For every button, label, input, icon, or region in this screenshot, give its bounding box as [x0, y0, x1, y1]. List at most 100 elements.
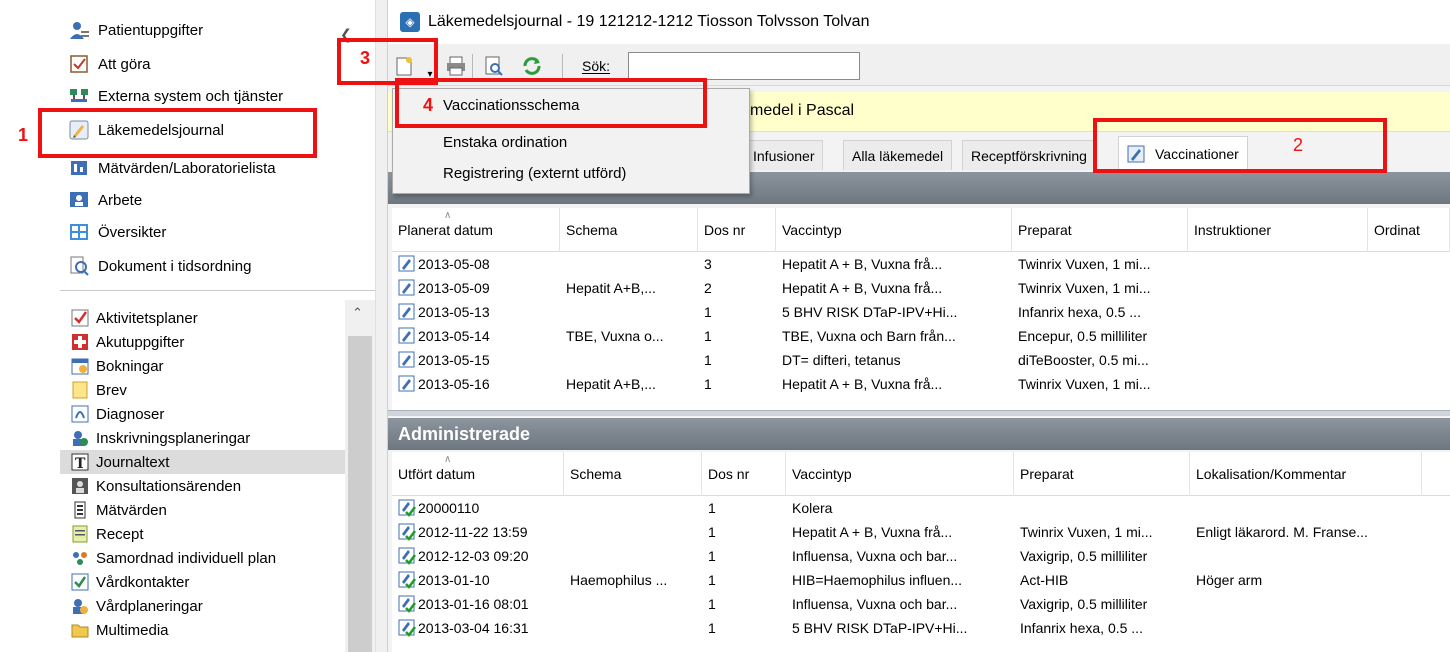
column-header[interactable]: Planerat datum [392, 208, 560, 252]
column-header[interactable]: Vaccintyp [776, 208, 1012, 252]
column-header[interactable]: Preparat [1012, 208, 1188, 252]
table-row[interactable]: 2013-05-13 1 5 BHV RISK DTaP-IPV+Hi... Infa… [392, 300, 1450, 324]
nav-item-dokument-i-tidsordning[interactable]: Dokument i tidsordning [68, 250, 251, 282]
list-item-label: Konsultationsärenden [96, 477, 242, 495]
refresh-button[interactable] [518, 52, 546, 80]
nav-item-patientuppgifter[interactable]: Patientuppgifter [68, 14, 203, 46]
table-row[interactable]: 2013-05-16 Hepatit A+B,... 1 Hepatit A + B,… [392, 372, 1450, 396]
nav-item-label: Att göra [98, 55, 151, 73]
table-cell: 1 [702, 496, 786, 520]
list-item-recept[interactable]: Recept [60, 522, 345, 546]
nav-item-oversikter[interactable]: Översikter [68, 216, 166, 248]
pane-divider[interactable] [388, 410, 1450, 416]
list-item-brev[interactable]: Brev [60, 378, 345, 402]
table-row[interactable]: 2012-12-03 09:20 1 Influensa, Vuxna och ba… [392, 544, 1450, 568]
table-cell [1368, 276, 1450, 300]
list-scrollbar-thumb[interactable] [348, 336, 372, 652]
table-row[interactable]: 2013-05-08 3 Hepatit A + B, Vuxna frå... Tw… [392, 252, 1450, 276]
annotation-number-1: 1 [18, 125, 29, 145]
table-cell: 2013-01-16 08:01 [392, 592, 564, 616]
column-header[interactable]: Dos nr [698, 208, 776, 252]
administered-vaccination-icon [398, 499, 416, 517]
list-item-aktivitetsplaner[interactable]: Aktivitetsplaner [60, 306, 345, 330]
scroll-up-chevron-icon[interactable]: ⌃ [352, 305, 363, 321]
table-cell: 1 [702, 520, 786, 544]
cell-text: Höger arm [1196, 572, 1263, 588]
network-icon [68, 86, 90, 106]
table-row[interactable]: 2012-11-22 13:59 1 Hepatit A + B, Vuxna fr… [392, 520, 1450, 544]
table-cell [564, 520, 702, 544]
column-header[interactable]: Instruktioner [1188, 208, 1368, 252]
column-header[interactable]: Dos nr [702, 452, 786, 496]
tab-alla-lakemedel[interactable]: Alla läkemedel [843, 140, 953, 170]
table-cell [1014, 496, 1190, 520]
preview-button[interactable] [480, 52, 508, 80]
table-cell: 20000110 [392, 496, 564, 520]
column-header[interactable]: Ordinat [1368, 208, 1450, 252]
table-cell: 3 [698, 252, 776, 276]
printer-icon [447, 56, 465, 76]
table-cell: 1 [702, 616, 786, 640]
list-item-vardplaneringar[interactable]: Vårdplaneringar [60, 594, 345, 618]
list-item-matvarden[interactable]: Mätvärden [60, 498, 345, 522]
list-item-label: Journaltext [96, 453, 170, 471]
table-cell: Enligt läkarord. M. Franse... [1190, 520, 1422, 544]
column-header[interactable]: Schema [564, 452, 702, 496]
list-item-diagnoser[interactable]: Diagnoser [60, 402, 345, 426]
list-item-samordnad-individuell-plan[interactable]: Samordnad individuell plan [60, 546, 345, 570]
cell-text: 20000110 [418, 500, 480, 516]
cell-text: 2013-05-16 [418, 376, 490, 392]
column-header[interactable]: Schema [560, 208, 698, 252]
cell-text: 2012-11-22 13:59 [418, 524, 528, 540]
nav-item-label: Översikter [98, 223, 167, 241]
table-row[interactable]: 2013-01-16 08:01 1 Influensa, Vuxna och ba… [392, 592, 1450, 616]
tab-receptforskrivning[interactable]: Receptförskrivning [962, 140, 1096, 170]
cell-text: Twinrix Vuxen, 1 mi... [1018, 376, 1151, 392]
cell-text: Twinrix Vuxen, 1 mi... [1020, 524, 1153, 540]
nav-item-att-gora[interactable]: Att göra [68, 48, 151, 80]
menu-item-enstaka-ordination[interactable]: Enstaka ordination [443, 134, 567, 151]
column-header[interactable]: Preparat [1014, 452, 1190, 496]
column-header[interactable]: Lokalisation/Kommentar [1190, 452, 1422, 496]
panel-splitter[interactable] [375, 0, 388, 652]
table-cell: Twinrix Vuxen, 1 mi... [1012, 372, 1188, 396]
list-item-label: Aktivitetsplaner [96, 309, 198, 327]
cell-text: Vaxigrip, 0.5 milliliter [1020, 596, 1148, 612]
list-item-konsultationsarenden[interactable]: Konsultationsärenden [60, 474, 345, 498]
list-item-vardkontakter[interactable]: Vårdkontakter [60, 570, 345, 594]
list-item-label: Recept [96, 525, 144, 543]
table-cell: 1 [698, 300, 776, 324]
table-row[interactable]: 2013-05-14 TBE, Vuxna o... 1 TBE, Vuxna och… [392, 324, 1450, 348]
list-item-label: Brev [96, 381, 127, 399]
cell-text: 1 [708, 500, 716, 516]
scheduled-vaccination-icon [398, 375, 416, 393]
list-item-inskrivningsplaneringar[interactable]: Inskrivningsplaneringar [60, 426, 345, 450]
activity-plan-icon [70, 308, 90, 328]
table-row[interactable]: 2013-05-15 1 DT= difteri, tetanus diTeBoost… [392, 348, 1450, 372]
list-item-journaltext[interactable]: T Journaltext [60, 450, 345, 474]
table-cell: 1 [702, 568, 786, 592]
table-cell: Act-HIB [1014, 568, 1190, 592]
list-item-akutuppgifter[interactable]: Akutuppgifter [60, 330, 345, 354]
journal-category-list: Aktivitetsplaner Akutuppgifter Bokningar… [60, 300, 375, 652]
nav-item-arbete[interactable]: Arbete [68, 184, 142, 216]
tab-infusioner[interactable]: Infusioner [744, 140, 824, 170]
consultation-icon [70, 476, 90, 496]
search-input[interactable] [628, 52, 860, 80]
table-row[interactable]: 2013-01-10 Haemophilus ... 1 HIB=Haemophilu… [392, 568, 1450, 592]
cell-text: 2013-01-10 [418, 572, 490, 588]
table-row[interactable]: 20000110 1 Kolera [392, 496, 1450, 520]
column-header[interactable]: Vaccintyp [786, 452, 1014, 496]
column-header[interactable]: Utfört datum [392, 452, 564, 496]
table-row[interactable]: 2013-05-09 Hepatit A+B,... 2 Hepatit A + B,… [392, 276, 1450, 300]
menu-item-registrering-externt-utford[interactable]: Registrering (externt utförd) [443, 165, 626, 182]
letter-icon [70, 380, 90, 400]
table-cell: 2012-12-03 09:20 [392, 544, 564, 568]
cell-text: Hepatit A + B, Vuxna frå... [782, 280, 943, 296]
table-cell: 2013-05-13 [392, 300, 560, 324]
list-item-multimedia[interactable]: Multimedia [60, 618, 345, 642]
print-button[interactable] [442, 52, 470, 80]
table-row[interactable]: 2013-03-04 16:31 1 5 BHV RISK DTaP-IPV+Hi.… [392, 616, 1450, 640]
list-item-bokningar[interactable]: Bokningar [60, 354, 345, 378]
coordination-icon [70, 548, 90, 568]
